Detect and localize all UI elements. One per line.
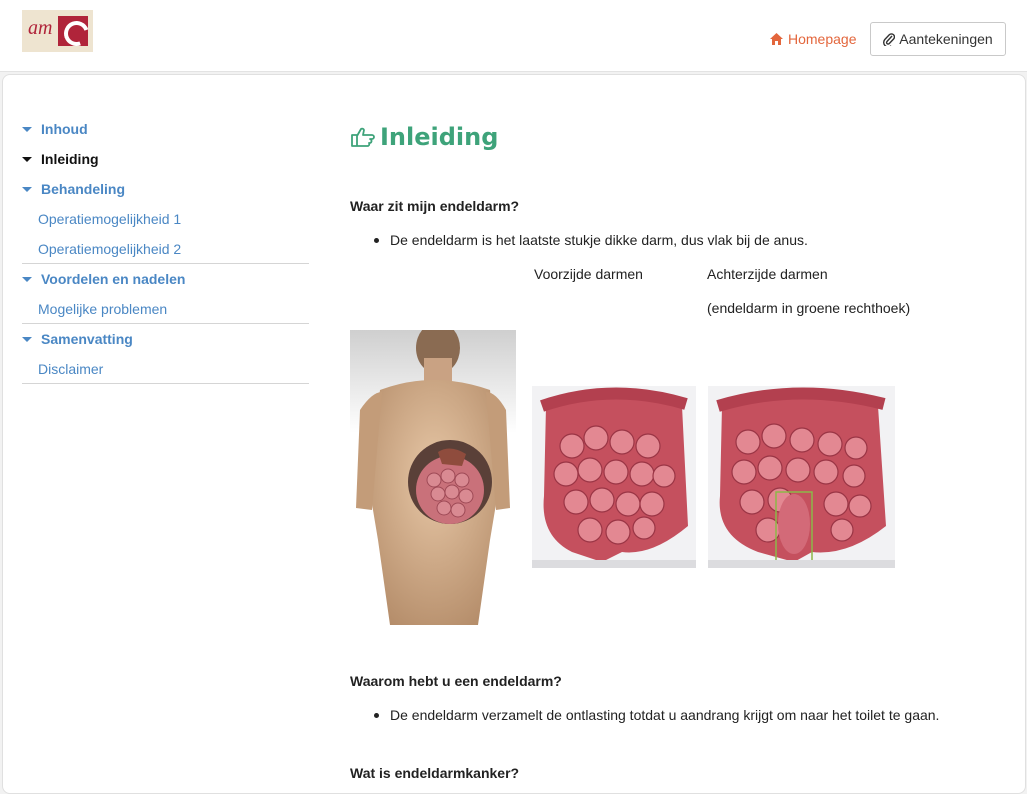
caret-down-icon	[22, 156, 32, 162]
paperclip-icon	[883, 33, 896, 46]
sidebar-item-voordelen[interactable]: Voordelen en nadelen	[22, 264, 309, 294]
top-header: am Homepage Aantekeningen	[0, 0, 1027, 72]
question-1: Waar zit mijn endeldarm?	[350, 198, 520, 214]
question-2: Waarom hebt u een endeldarm?	[350, 673, 562, 689]
logo-mark	[58, 16, 88, 46]
caret-down-icon	[22, 336, 32, 342]
caret-down-icon	[22, 276, 32, 282]
sidebar-item-label: Inhoud	[41, 121, 88, 137]
content-area: Inleiding	[350, 120, 990, 154]
bullet-2: De endeldarm verzamelt de ontlasting tot…	[374, 707, 939, 723]
logo-text: am	[28, 17, 53, 39]
caption-back-note: (endeldarm in groene rechthoek)	[707, 300, 911, 316]
hand-pointer-icon	[351, 127, 375, 147]
question-3: Wat is endeldarmkanker?	[350, 765, 520, 781]
sidebar-item-behandeling[interactable]: Behandeling	[22, 174, 309, 204]
page-title-text: Inleiding	[380, 123, 499, 151]
sidebar-item-label: Samenvatting	[41, 331, 133, 347]
homepage-label: Homepage	[788, 31, 857, 47]
intestines-back-image	[708, 386, 895, 568]
sidebar-item-label: Inleiding	[41, 151, 99, 167]
caret-down-icon	[22, 186, 32, 192]
intestines-front-image	[532, 386, 696, 568]
homepage-link[interactable]: Homepage	[770, 31, 857, 47]
sidebar-subitem-operatie-2[interactable]: Operatiemogelijkheid 2	[22, 234, 309, 264]
sidebar-item-samenvatting[interactable]: Samenvatting	[22, 324, 309, 354]
bullet-1: De endeldarm is het laatste stukje dikke…	[374, 232, 808, 248]
sidebar-item-label: Behandeling	[41, 181, 126, 197]
body-illustration	[350, 330, 516, 625]
home-icon	[770, 33, 783, 45]
sidebar-subitem-operatie-1[interactable]: Operatiemogelijkheid 1	[22, 204, 309, 234]
sidebar-subitem-problemen[interactable]: Mogelijke problemen	[22, 294, 309, 324]
sidebar-subitem-disclaimer[interactable]: Disclaimer	[22, 354, 309, 384]
caption-back: Achterzijde darmen	[707, 266, 828, 282]
sidebar-item-inhoud[interactable]: Inhoud	[22, 114, 309, 144]
caption-front: Voorzijde darmen	[534, 266, 643, 282]
sidebar-nav: Inhoud Inleiding Behandeling Operatiemog…	[22, 114, 309, 384]
notes-label: Aantekeningen	[899, 31, 993, 47]
amc-logo[interactable]: am	[22, 10, 93, 52]
sidebar-item-label: Voordelen en nadelen	[41, 271, 186, 287]
bullet-1-text: De endeldarm is het laatste stukje dikke…	[390, 232, 808, 248]
page-title: Inleiding	[350, 120, 990, 154]
notes-button[interactable]: Aantekeningen	[870, 22, 1006, 56]
caret-down-icon	[22, 126, 32, 132]
sidebar-item-inleiding[interactable]: Inleiding	[22, 144, 309, 174]
bullet-2-text: De endeldarm verzamelt de ontlasting tot…	[390, 707, 940, 723]
